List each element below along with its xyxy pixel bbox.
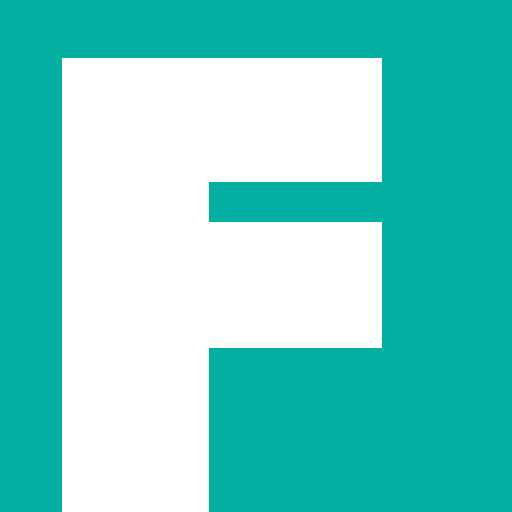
app-icon — [0, 0, 512, 512]
letter-f-logo-icon — [0, 0, 512, 512]
